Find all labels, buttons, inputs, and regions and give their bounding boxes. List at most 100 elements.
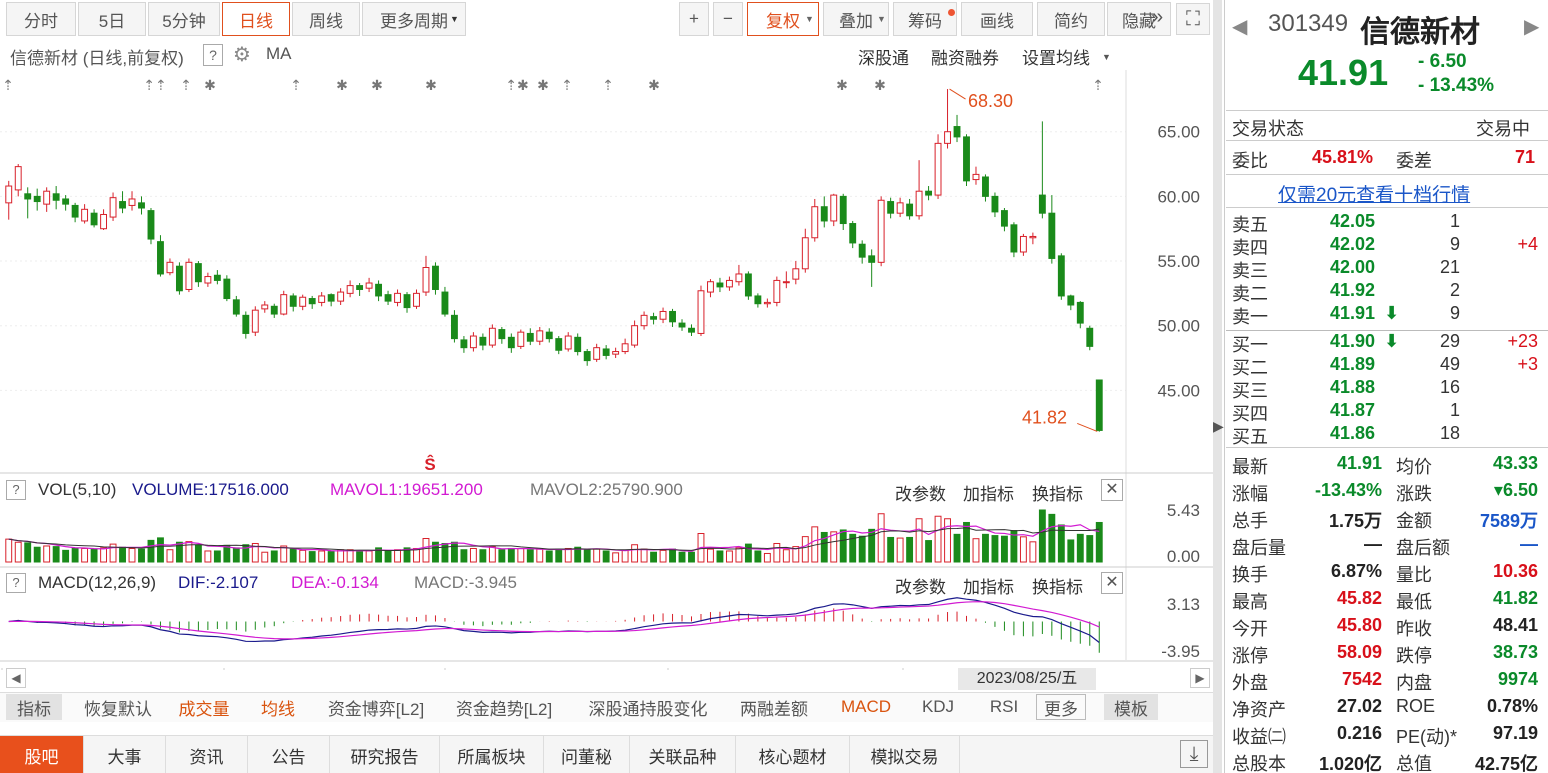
volume-bar: [545, 550, 553, 563]
scroll-left-icon[interactable]: ◀: [6, 668, 26, 688]
event-marker-icon[interactable]: ⇡✱: [505, 77, 528, 93]
indicator-tab-8[interactable]: MACD: [836, 694, 896, 720]
event-marker-icon[interactable]: ⇡⇡: [143, 77, 166, 93]
macd-help-icon[interactable]: ?: [6, 573, 26, 593]
price-change: - 6.50: [1418, 51, 1467, 72]
event-marker-icon[interactable]: ⇡: [1092, 77, 1104, 93]
draw-button[interactable]: 画线: [961, 2, 1033, 36]
simple-button[interactable]: 简约: [1037, 2, 1105, 36]
download-icon[interactable]: ⤓: [1180, 740, 1208, 768]
notification-dot-icon: [948, 9, 955, 16]
event-marker-icon[interactable]: ⇡: [602, 77, 614, 93]
candle-body: [877, 199, 885, 263]
link-margin[interactable]: 融资融券: [931, 44, 999, 69]
event-marker-icon[interactable]: ✱: [371, 77, 383, 93]
bottom-tab-8[interactable]: 核心题材: [736, 736, 850, 773]
bottom-tab-6[interactable]: 问董秘: [544, 736, 630, 773]
help-icon[interactable]: ?: [203, 44, 223, 66]
quote-value: 0.78%: [1486, 696, 1538, 716]
indicator-tab-12[interactable]: 模板: [1104, 694, 1158, 720]
volume-bar: [157, 537, 164, 563]
macd-edit-params[interactable]: 改参数: [895, 573, 946, 598]
event-marker-icon[interactable]: ✱: [537, 77, 549, 93]
indicator-tab-7[interactable]: 两融差额: [732, 694, 816, 720]
event-marker-icon[interactable]: ✱: [204, 77, 216, 93]
indicator-tab-9[interactable]: KDJ: [916, 694, 960, 720]
signal-s-icon[interactable]: Ŝ: [424, 455, 435, 474]
vol-help-icon[interactable]: ?: [6, 480, 26, 500]
collapse-icon[interactable]: ▶: [1213, 418, 1224, 435]
event-marker-icon[interactable]: ✱: [336, 77, 348, 93]
candle-body: [602, 348, 610, 356]
bottom-tab-4[interactable]: 研究报告: [330, 736, 440, 773]
indicator-tab-1[interactable]: 恢复默认: [78, 694, 158, 720]
period-weekly-tab[interactable]: 周线: [292, 2, 360, 36]
event-marker-icon[interactable]: ✱: [836, 77, 848, 93]
period-5min-tab[interactable]: 5分钟: [148, 2, 220, 36]
indicator-tab-3[interactable]: 均线: [252, 694, 304, 720]
scroll-right-icon[interactable]: ▶: [1190, 668, 1210, 688]
quote-label: 涨跌: [1396, 484, 1432, 504]
event-marker-icon[interactable]: ⇡: [180, 77, 192, 93]
quote-label: 外盘: [1232, 673, 1268, 693]
period-minute-tab[interactable]: 分时: [6, 2, 76, 36]
status-value: 交易中: [1476, 119, 1530, 139]
next-stock-icon[interactable]: ▶: [1524, 14, 1539, 39]
bottom-tab-3[interactable]: 公告: [248, 736, 330, 773]
panel-splitter[interactable]: [1213, 0, 1222, 773]
promo-link[interactable]: 仅需20元查看十档行情: [1278, 180, 1470, 207]
bottom-tab-2[interactable]: 资讯: [166, 736, 248, 773]
vol-close-icon[interactable]: ✕: [1101, 479, 1123, 501]
order-volume: 2: [1449, 280, 1460, 300]
vol-add-indicator[interactable]: 加指标: [963, 480, 1014, 505]
order-price: 41.90: [1330, 331, 1376, 351]
volume-bar: [194, 544, 202, 563]
candle-body: [982, 176, 989, 197]
zoom-out-button[interactable]: −: [713, 2, 743, 36]
indicator-tab-4[interactable]: 资金博弈[L2]: [318, 694, 434, 720]
macd-add-indicator[interactable]: 加指标: [963, 573, 1014, 598]
candle-body: [1067, 295, 1075, 306]
macd-close-icon[interactable]: ✕: [1101, 572, 1123, 594]
indicator-tabs: 指标 恢复默认 成交量 均线 资金博弈[L2] 资金趋势[L2] 深股通持股变化 两融差额 MA…: [0, 692, 1216, 722]
indicator-tab-6[interactable]: 深股通持股变化: [578, 694, 718, 720]
chips-button[interactable]: 筹码: [893, 2, 957, 36]
link-ma-settings[interactable]: 设置均线: [1022, 44, 1090, 69]
bottom-tab-7[interactable]: 关联品种: [630, 736, 736, 773]
bottom-tab-5[interactable]: 所属板块: [440, 736, 544, 773]
fullscreen-icon[interactable]: ⛶: [1176, 3, 1210, 35]
indicator-tab-10[interactable]: RSI: [980, 694, 1028, 720]
zoom-in-button[interactable]: +: [679, 2, 709, 36]
candle-body: [801, 237, 809, 270]
indicator-tab-0[interactable]: 指标: [6, 694, 62, 720]
volume-bar: [14, 541, 22, 563]
period-daily-tab[interactable]: 日线: [222, 2, 290, 36]
indicator-tab-2[interactable]: 成交量: [168, 694, 240, 720]
volume-bar: [896, 537, 904, 563]
indicator-tab-11[interactable]: 更多: [1036, 694, 1086, 720]
event-marker-icon[interactable]: ✱: [648, 77, 660, 93]
event-marker-icon[interactable]: ✱: [874, 77, 886, 93]
link-hk-connect[interactable]: 深股通: [858, 44, 909, 69]
vol-switch-indicator[interactable]: 换指标: [1032, 480, 1083, 505]
quote-value: 45.80: [1336, 615, 1382, 635]
candle-body: [1029, 235, 1037, 239]
period-5day-tab[interactable]: 5日: [78, 2, 146, 36]
event-marker-icon[interactable]: ⇡: [290, 77, 302, 93]
chevron-down-icon: ▼: [805, 14, 814, 24]
volume-bar: [365, 550, 373, 563]
order-volume: 1: [1449, 211, 1460, 231]
bottom-tab-1[interactable]: 大事: [84, 736, 166, 773]
vol-edit-params[interactable]: 改参数: [895, 480, 946, 505]
event-marker-icon[interactable]: ⇡: [2, 77, 14, 93]
order-price: 41.87: [1330, 400, 1376, 420]
bottom-tab-0[interactable]: 股吧: [0, 736, 84, 773]
prev-stock-icon[interactable]: ◀: [1232, 14, 1247, 39]
macd-switch-indicator[interactable]: 换指标: [1032, 573, 1083, 598]
ma-label[interactable]: MA: [266, 44, 292, 64]
event-marker-icon[interactable]: ✱: [425, 77, 437, 93]
event-marker-icon[interactable]: ⇡: [561, 77, 573, 93]
gear-icon[interactable]: ⚙: [233, 42, 251, 67]
bottom-tab-9[interactable]: 模拟交易: [850, 736, 960, 773]
indicator-tab-5[interactable]: 资金趋势[L2]: [446, 694, 562, 720]
